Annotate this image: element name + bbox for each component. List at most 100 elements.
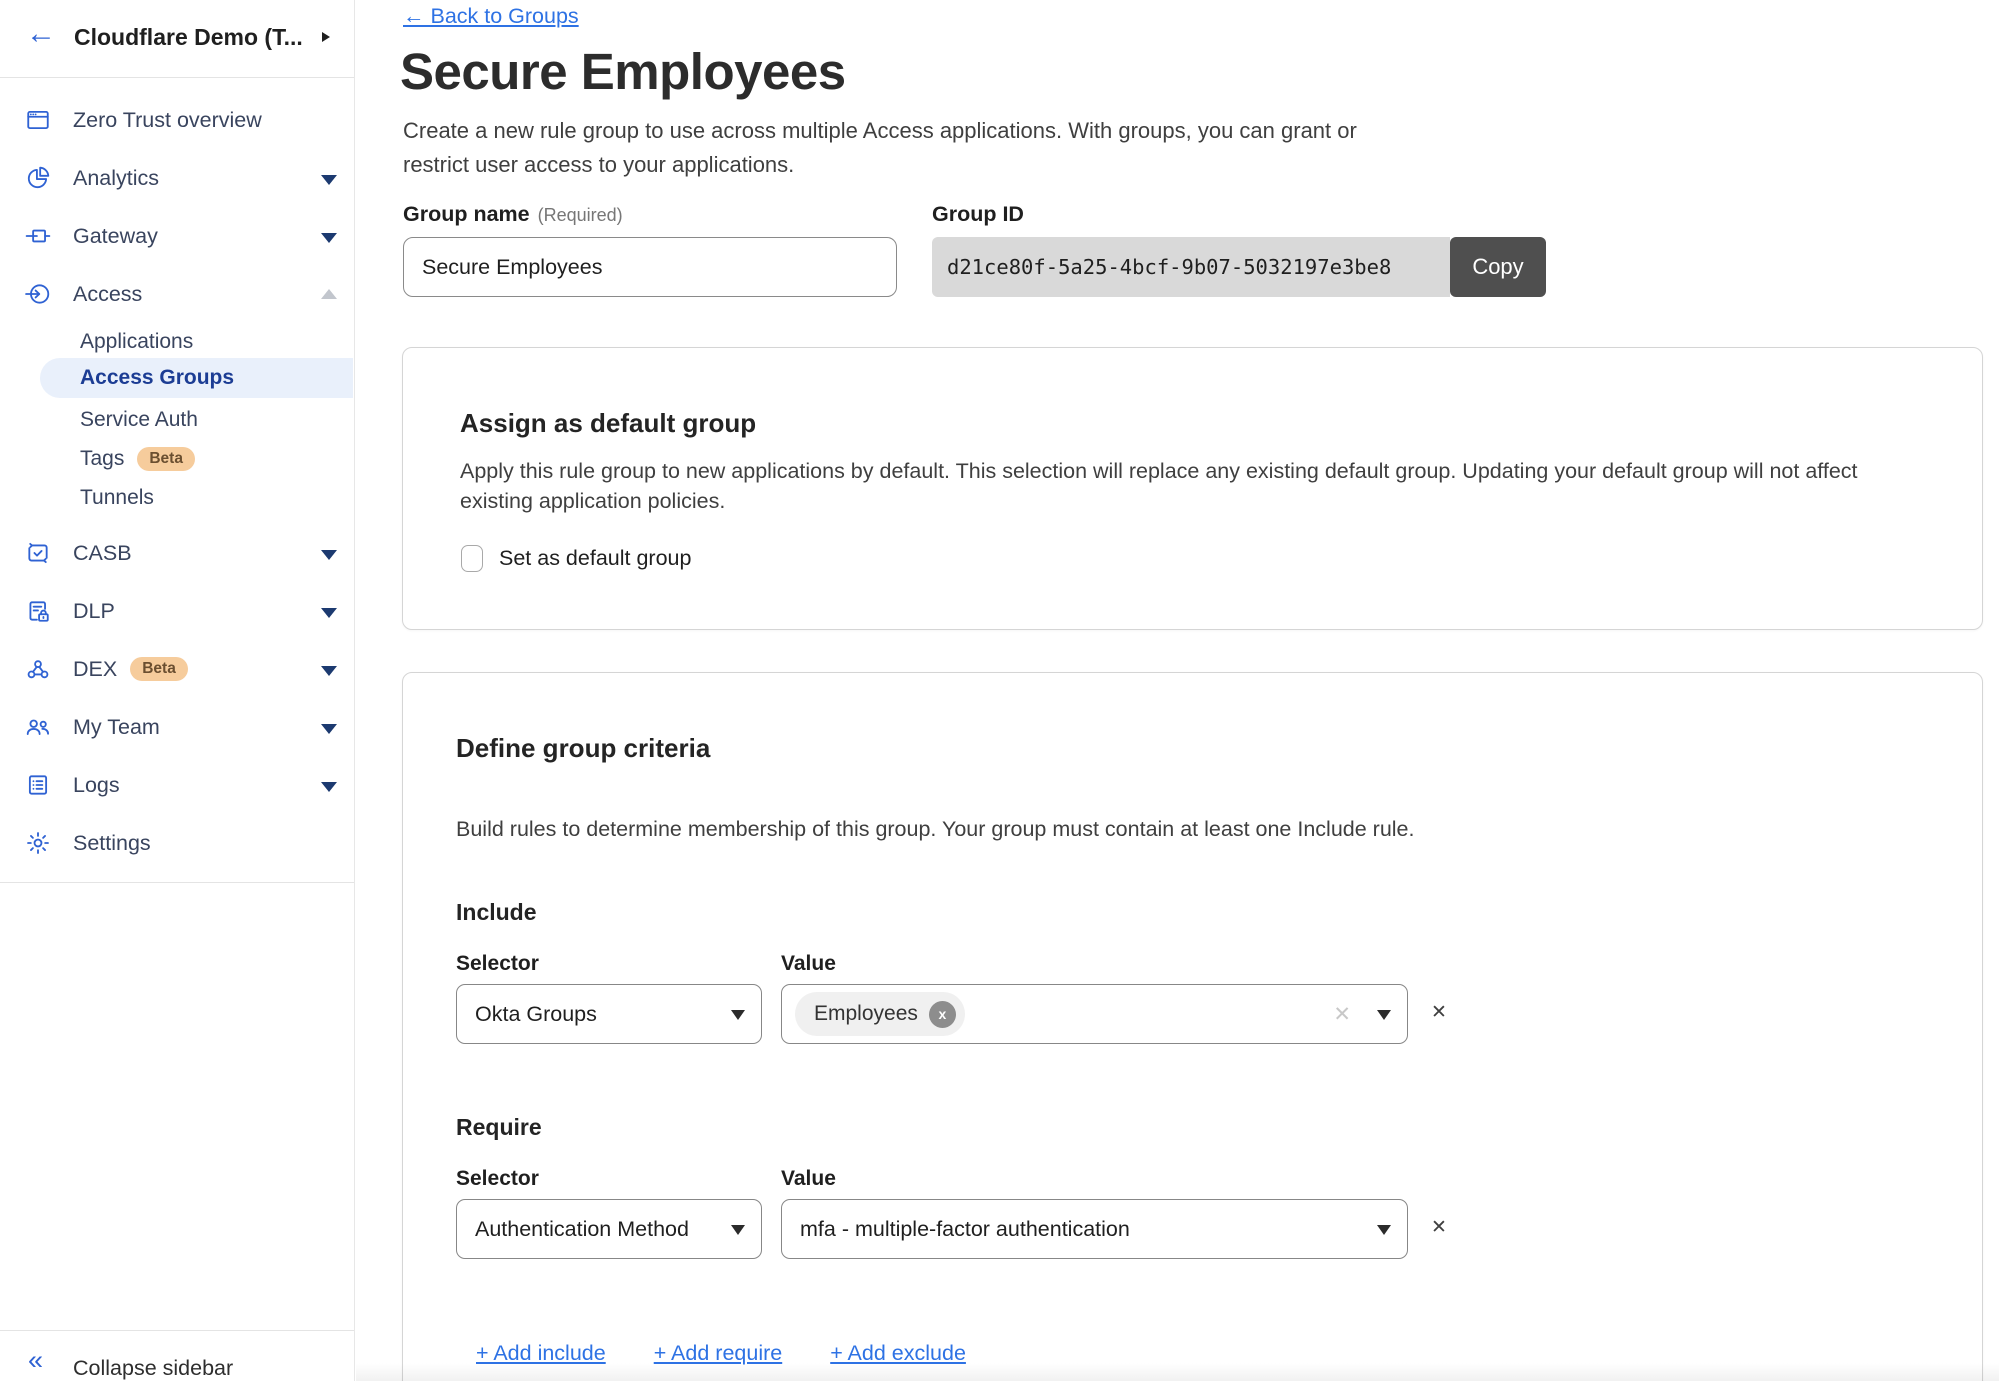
sidebar-item-tags[interactable]: Tags Beta: [0, 439, 353, 479]
back-arrow-icon[interactable]: ←: [26, 17, 56, 51]
logs-icon: [25, 772, 51, 798]
casb-icon: [25, 540, 51, 566]
default-group-checkbox[interactable]: [461, 545, 483, 572]
checkbox-label: Set as default group: [499, 546, 691, 571]
chevron-down-icon[interactable]: [321, 608, 337, 618]
account-name[interactable]: Cloudflare Demo (T...: [74, 24, 303, 51]
dex-network-icon: [25, 656, 51, 682]
sidebar-item-label: Access Groups: [80, 366, 234, 390]
sidebar-item-dex[interactable]: DEX Beta: [0, 649, 353, 689]
beta-badge: Beta: [137, 447, 195, 471]
sidebar-item-label: DEX: [73, 657, 117, 682]
include-value-multiselect[interactable]: Employees x ✕: [781, 984, 1408, 1044]
sidebar-item-logs[interactable]: Logs: [0, 765, 353, 805]
chevron-down-icon: [731, 1225, 745, 1235]
sidebar-account-header: ← Cloudflare Demo (T...: [0, 0, 354, 78]
sidebar-item-access-groups[interactable]: Access Groups: [40, 358, 353, 398]
sidebar-item-label: Settings: [73, 831, 151, 856]
group-name-input[interactable]: [403, 237, 897, 297]
include-value-label: Value: [781, 952, 836, 976]
double-chevron-left-icon: «: [28, 1345, 43, 1376]
define-group-criteria-card: Define group criteria Build rules to det…: [402, 672, 1983, 1381]
collapse-sidebar-label: Collapse sidebar: [73, 1356, 233, 1381]
sidebar-item-label: Logs: [73, 773, 120, 798]
card-title: Define group criteria: [456, 733, 710, 764]
sidebar-item-label: Zero Trust overview: [73, 108, 262, 133]
sidebar-item-label: Tunnels: [80, 486, 154, 510]
back-arrow-icon: ←: [403, 4, 425, 28]
employees-chip: Employees x: [795, 992, 965, 1036]
gateway-icon: [25, 223, 51, 249]
add-require-link[interactable]: + Add require: [654, 1341, 783, 1366]
team-icon: [25, 714, 51, 740]
chip-remove-icon[interactable]: x: [929, 1001, 956, 1028]
require-selector-dropdown[interactable]: Authentication Method: [456, 1199, 762, 1259]
back-to-groups-link[interactable]: ← Back to Groups: [403, 4, 579, 29]
window-icon: [25, 107, 51, 133]
card-title: Assign as default group: [460, 408, 756, 439]
card-description: Apply this rule group to new application…: [460, 456, 1880, 516]
remove-require-rule-icon[interactable]: ✕: [1431, 1216, 1447, 1239]
pie-chart-icon: [25, 165, 51, 191]
sidebar-item-applications[interactable]: Applications: [0, 322, 353, 362]
sidebar-item-label: Applications: [80, 330, 193, 354]
sidebar: ← Cloudflare Demo (T... Zero Trust overv…: [0, 0, 355, 1381]
zero-trust-dashboard: ← Cloudflare Demo (T... Zero Trust overv…: [0, 0, 1999, 1381]
include-selector-dropdown[interactable]: Okta Groups: [456, 984, 762, 1044]
chevron-up-icon[interactable]: [321, 289, 337, 299]
card-description: Build rules to determine membership of t…: [456, 814, 1876, 844]
sidebar-item-label: Access: [73, 282, 142, 307]
collapse-sidebar-button[interactable]: « Collapse sidebar: [0, 1330, 354, 1381]
chevron-down-icon: [731, 1010, 745, 1020]
sidebar-divider: [0, 882, 354, 883]
sidebar-item-label: Service Auth: [80, 408, 198, 432]
page-description: Create a new rule group to use across mu…: [403, 114, 1371, 182]
chevron-down-icon[interactable]: [321, 724, 337, 734]
access-icon: [25, 281, 51, 307]
dlp-lock-icon: [25, 598, 51, 624]
chevron-down-icon: [1377, 1225, 1391, 1235]
sidebar-item-label: Tags: [80, 447, 124, 471]
include-heading: Include: [456, 899, 537, 926]
chevron-down-icon[interactable]: [321, 175, 337, 185]
sidebar-item-my-team[interactable]: My Team: [0, 707, 353, 747]
sidebar-item-dlp[interactable]: DLP: [0, 591, 353, 631]
chevron-down-icon[interactable]: [321, 666, 337, 676]
page-title: Secure Employees: [400, 42, 846, 101]
sidebar-item-analytics[interactable]: Analytics: [0, 158, 353, 198]
copy-button[interactable]: Copy: [1450, 237, 1546, 297]
rule-add-actions: + Add include + Add require + Add exclud…: [476, 1341, 966, 1366]
clear-icon[interactable]: ✕: [1333, 1002, 1351, 1027]
chevron-down-icon: [1377, 1010, 1391, 1020]
require-heading: Require: [456, 1114, 542, 1141]
required-hint: (Required): [538, 205, 623, 225]
assign-default-group-card: Assign as default group Apply this rule …: [402, 347, 1983, 630]
sidebar-item-tunnels[interactable]: Tunnels: [0, 478, 353, 518]
chevron-right-icon[interactable]: [322, 32, 330, 42]
sidebar-item-service-auth[interactable]: Service Auth: [0, 400, 353, 440]
add-include-link[interactable]: + Add include: [476, 1341, 606, 1366]
require-value-label: Value: [781, 1167, 836, 1191]
sidebar-item-access[interactable]: Access: [0, 274, 353, 314]
sidebar-item-label: My Team: [73, 715, 160, 740]
group-id-label: Group ID: [932, 202, 1024, 227]
beta-badge: Beta: [130, 657, 188, 681]
require-value-dropdown[interactable]: mfa - multiple-factor authentication: [781, 1199, 1408, 1259]
selected-option: Okta Groups: [475, 1002, 597, 1027]
sidebar-item-gateway[interactable]: Gateway: [0, 216, 353, 256]
gear-icon: [25, 830, 51, 856]
sidebar-item-label: Analytics: [73, 166, 159, 191]
sidebar-item-label: Gateway: [73, 224, 158, 249]
add-exclude-link[interactable]: + Add exclude: [830, 1341, 966, 1366]
sidebar-item-casb[interactable]: CASB: [0, 533, 353, 573]
chevron-down-icon[interactable]: [321, 233, 337, 243]
sidebar-item-settings[interactable]: Settings: [0, 823, 353, 863]
sidebar-item-label: CASB: [73, 541, 132, 566]
sidebar-item-zero-trust-overview[interactable]: Zero Trust overview: [0, 100, 353, 140]
sidebar-item-label: DLP: [73, 599, 115, 624]
remove-include-rule-icon[interactable]: ✕: [1431, 1001, 1447, 1024]
chevron-down-icon[interactable]: [321, 782, 337, 792]
group-name-label: Group name(Required): [403, 202, 623, 227]
include-selector-label: Selector: [456, 952, 539, 976]
chevron-down-icon[interactable]: [321, 550, 337, 560]
